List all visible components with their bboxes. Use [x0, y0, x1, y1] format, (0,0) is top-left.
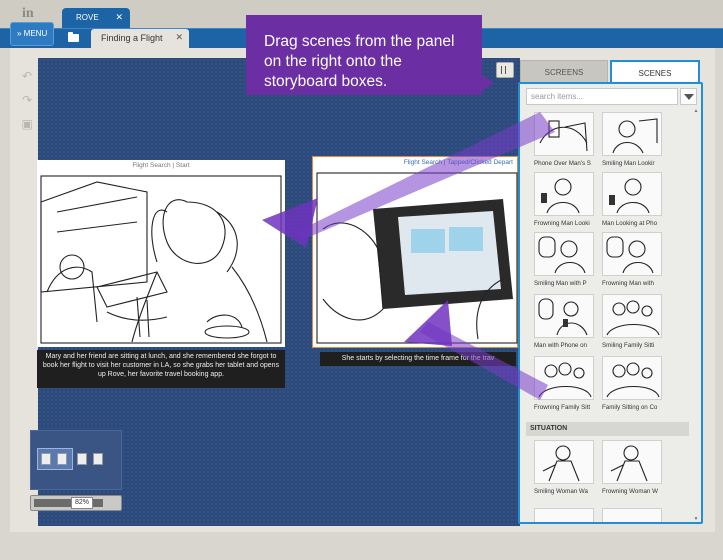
scene-label: Frowning Family Sitt — [534, 404, 591, 411]
scenes-panel: search items... Phone Over Man's S Smili… — [518, 82, 703, 524]
scene-item[interactable]: Frowning Family Sitt — [534, 356, 598, 411]
project-tab-label: ROVE — [76, 13, 99, 22]
scene-item[interactable]: Family Sitting on Co — [602, 356, 666, 411]
tab-screens[interactable]: SCREENS — [520, 60, 608, 84]
minimap[interactable] — [30, 430, 122, 490]
scene-thumbnail — [534, 508, 594, 522]
scene-sketch-tablet — [316, 172, 518, 344]
folder-icon — [67, 32, 79, 42]
scene-grid: Phone Over Man's S Smiling Man Lookir Fr… — [528, 108, 692, 522]
scroll-down-icon[interactable]: ▼ — [693, 516, 699, 522]
scene-item[interactable]: Smiling Woman Wa — [534, 440, 598, 495]
scene-item[interactable]: Man with Phone on — [534, 294, 598, 349]
section-header-situation: SITUATION — [526, 422, 689, 436]
save-icon[interactable]: ▣ — [16, 112, 38, 136]
scene-item[interactable] — [602, 508, 666, 522]
scene-label: Smiling Family Sitti — [602, 342, 655, 349]
scene-thumbnail — [602, 112, 662, 156]
scene-thumbnail — [534, 232, 594, 276]
document-tab[interactable]: Finding a Flight ✕ — [91, 29, 189, 48]
tutorial-callout: Drag scenes from the panel on the right … — [246, 15, 494, 95]
document-tab-label: Finding a Flight — [101, 33, 163, 43]
scene-item[interactable]: Phone Over Man's S — [534, 112, 598, 167]
scene-thumbnail — [534, 440, 594, 484]
scene-item[interactable]: Frowning Man Looki — [534, 172, 598, 227]
scene-thumbnail — [602, 440, 662, 484]
scene-label: Frowning Woman W — [602, 488, 658, 495]
edit-toolstrip: ↶ ↷ ▣ — [16, 64, 38, 144]
project-tab[interactable]: ROVE ✕ — [62, 8, 130, 28]
scene-label: Phone Over Man's S — [534, 160, 591, 167]
minimap-frame — [93, 453, 103, 465]
scene-label: Smiling Woman Wa — [534, 488, 588, 495]
scene-item[interactable]: Smiling Man with P — [534, 232, 598, 287]
scene-label: Frowning Man with — [602, 280, 654, 287]
scene-thumbnail — [534, 294, 594, 338]
scene-thumbnail — [534, 356, 594, 400]
redo-icon[interactable]: ↷ — [16, 88, 38, 112]
frame-caption[interactable]: Mary and her friend are sitting at lunch… — [37, 350, 285, 388]
scene-item[interactable]: Man Looking at Pho — [602, 172, 666, 227]
scene-sketch-lunch — [40, 175, 282, 344]
scene-item[interactable] — [534, 508, 598, 522]
app-logo: in — [22, 6, 34, 21]
minimap-frame — [57, 453, 67, 465]
storyboard-frame-1[interactable]: Flight Search | Start — [37, 160, 285, 347]
storyboard-frame-2[interactable]: Flight Search | Tapped/Clicked Depart — [312, 156, 518, 348]
scene-thumbnail — [602, 294, 662, 338]
menu-button[interactable]: » MENU — [10, 22, 54, 46]
scene-thumbnail — [534, 112, 594, 156]
scroll-up-icon[interactable]: ▲ — [693, 108, 699, 114]
undo-icon[interactable]: ↶ — [16, 64, 38, 88]
minimap-frame — [77, 453, 87, 465]
scene-thumbnail — [534, 172, 594, 216]
scene-item[interactable]: Frowning Man with — [602, 232, 666, 287]
filter-icon — [683, 93, 694, 100]
scene-item[interactable]: Frowning Woman W — [602, 440, 666, 495]
toggle-panel-button[interactable] — [496, 62, 514, 78]
scene-item[interactable]: Smiling Family Sitti — [602, 294, 666, 349]
scene-label: Frowning Man Looki — [534, 220, 590, 227]
frame-header: Flight Search | Tapped/Clicked Depart — [403, 159, 513, 166]
zoom-slider[interactable]: 82% — [30, 495, 122, 511]
panel-scrollbar[interactable]: ▲ ▼ — [693, 108, 699, 522]
frame-header: Flight Search | Start — [132, 162, 190, 169]
close-icon[interactable]: ✕ — [115, 12, 123, 23]
minimap-frame — [41, 453, 51, 465]
scene-thumbnail — [602, 172, 662, 216]
scene-thumbnail — [602, 508, 662, 522]
scene-thumbnail — [602, 356, 662, 400]
folder-button[interactable] — [62, 28, 84, 48]
close-icon[interactable]: ✕ — [175, 32, 183, 43]
scene-label: Man Looking at Pho — [602, 220, 658, 227]
filter-button[interactable] — [680, 88, 697, 105]
zoom-label: 82% — [71, 497, 93, 509]
scene-label: Smiling Man Lookir — [602, 160, 655, 167]
scene-thumbnail — [602, 232, 662, 276]
scene-label: Family Sitting on Co — [602, 404, 658, 411]
panel-tabs: SCREENS SCENES — [520, 60, 700, 84]
frame-caption[interactable]: She starts by selecting the time frame f… — [320, 352, 516, 366]
search-input[interactable]: search items... — [526, 88, 678, 105]
tab-scenes[interactable]: SCENES — [610, 60, 700, 84]
scene-item[interactable]: Smiling Man Lookir — [602, 112, 666, 167]
scene-label: Man with Phone on — [534, 342, 587, 349]
scene-label: Smiling Man with P — [534, 280, 587, 287]
